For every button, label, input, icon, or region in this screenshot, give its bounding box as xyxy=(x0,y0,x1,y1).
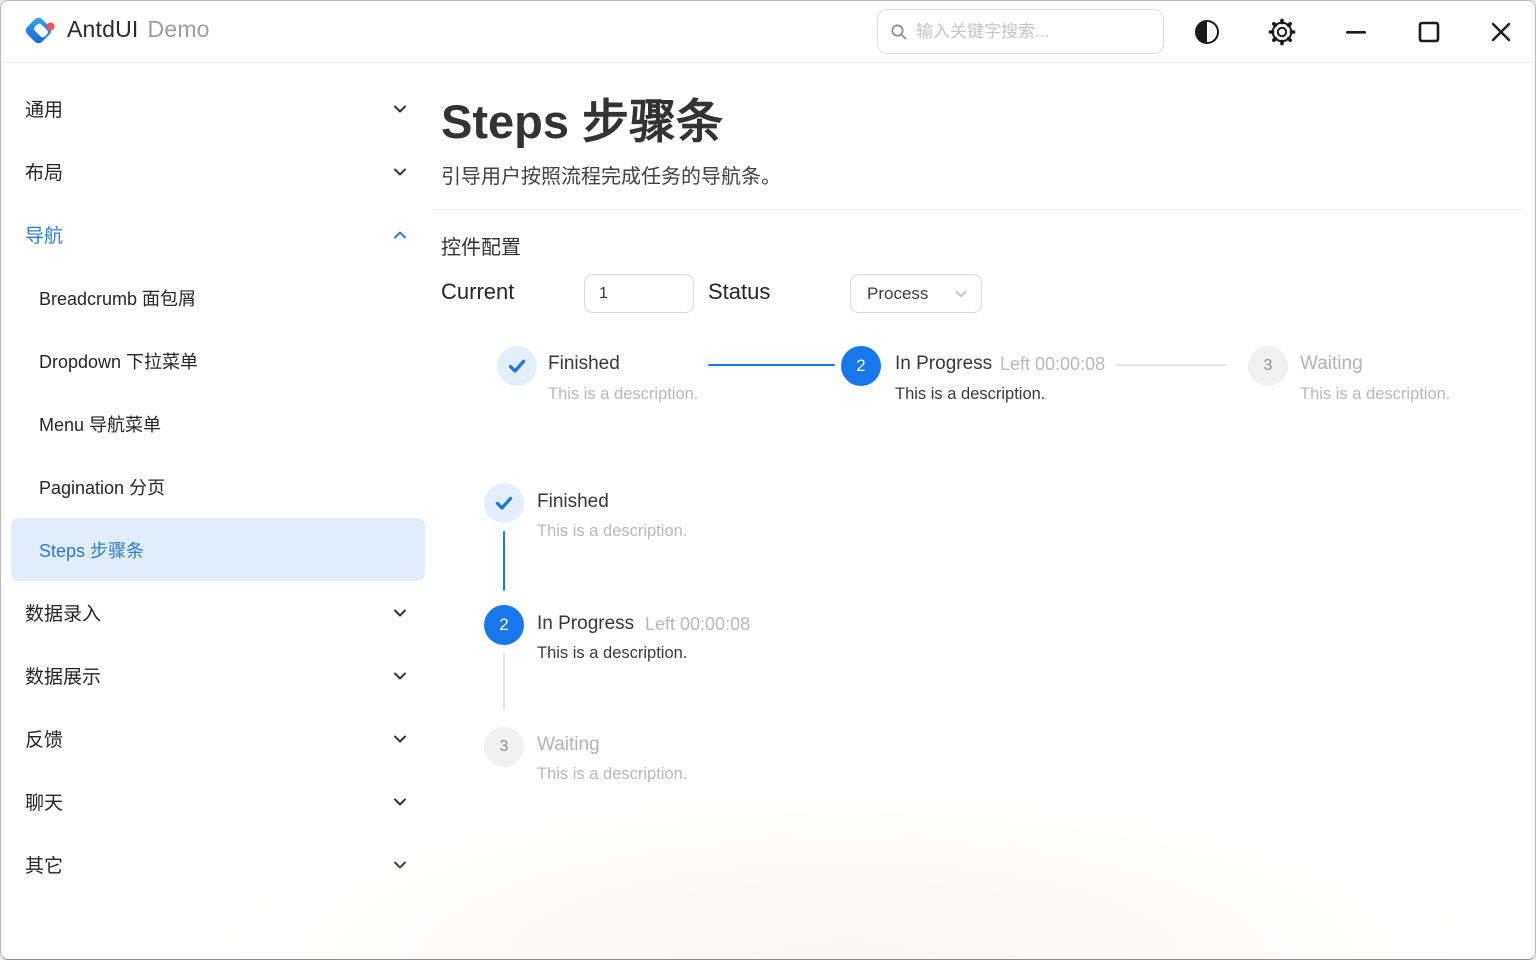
settings-button[interactable] xyxy=(1262,12,1302,52)
sidebar-group-layout[interactable]: 布局 xyxy=(11,140,425,203)
chevron-down-icon xyxy=(391,163,409,181)
chevron-down-icon xyxy=(391,667,409,685)
step-title: Finished xyxy=(537,491,609,513)
step-finished-circle xyxy=(497,346,537,386)
sidebar-item-label: Dropdown 下拉菜单 xyxy=(39,348,198,374)
step-connector xyxy=(708,364,835,366)
sidebar-item-label: 数据展示 xyxy=(25,662,101,689)
check-icon xyxy=(507,356,527,376)
theme-half-circle-icon xyxy=(1194,19,1220,45)
sidebar: 通用 布局 导航 Breadcrumb 面包屑 Dropdown 下拉菜单 Me… xyxy=(11,77,425,896)
sidebar-item-label: 反馈 xyxy=(25,725,63,752)
check-icon xyxy=(494,493,514,513)
sidebar-item-menu[interactable]: Menu 导航菜单 xyxy=(11,392,425,455)
step-subtitle: Left 00:00:08 xyxy=(1000,354,1105,375)
step-connector xyxy=(503,531,505,591)
status-select-value: Process xyxy=(867,284,953,304)
maximize-button[interactable] xyxy=(1409,12,1449,52)
sidebar-group-feedback[interactable]: 反馈 xyxy=(11,707,425,770)
step-description: This is a description. xyxy=(537,765,687,784)
sidebar-item-label: Pagination 分页 xyxy=(39,474,165,500)
maximize-icon xyxy=(1417,20,1441,44)
sidebar-group-data-entry[interactable]: 数据录入 xyxy=(11,581,425,644)
step-description: This is a description. xyxy=(537,644,687,663)
chevron-up-icon xyxy=(391,226,409,244)
sidebar-item-breadcrumb[interactable]: Breadcrumb 面包屑 xyxy=(11,266,425,329)
sidebar-group-chat[interactable]: 聊天 xyxy=(11,770,425,833)
search-box[interactable] xyxy=(877,9,1164,54)
step-number: 3 xyxy=(500,738,509,756)
step-title: In Progress xyxy=(537,613,634,635)
sidebar-group-other[interactable]: 其它 xyxy=(11,833,425,896)
gear-icon xyxy=(1268,18,1296,46)
sidebar-item-label: Steps 步骤条 xyxy=(39,537,144,563)
sidebar-item-label: 布局 xyxy=(25,158,63,185)
step-inprogress-circle: 2 xyxy=(841,346,881,386)
step-inprogress-circle: 2 xyxy=(484,605,524,645)
step-connector xyxy=(1116,364,1226,366)
chevron-down-icon xyxy=(391,856,409,874)
step-description: This is a description. xyxy=(1300,385,1450,404)
step-finished-circle xyxy=(484,483,524,523)
app-window: AntdUI Demo xyxy=(0,0,1536,960)
titlebar: AntdUI Demo xyxy=(1,1,1535,63)
sidebar-item-label: 其它 xyxy=(25,851,63,878)
sidebar-item-label: 导航 xyxy=(25,221,63,248)
sidebar-group-data-display[interactable]: 数据展示 xyxy=(11,644,425,707)
chevron-down-icon xyxy=(391,100,409,118)
step-description: This is a description. xyxy=(537,522,687,541)
step-title: Waiting xyxy=(1300,353,1363,375)
config-section-title: 控件配置 xyxy=(441,231,521,260)
app-logo-icon xyxy=(22,14,58,50)
minimize-button[interactable] xyxy=(1336,12,1376,52)
close-button[interactable] xyxy=(1481,12,1521,52)
step-waiting-circle: 3 xyxy=(1248,346,1288,386)
sidebar-item-label: 通用 xyxy=(25,95,63,122)
step-subtitle: Left 00:00:08 xyxy=(645,614,750,635)
search-icon xyxy=(890,23,908,41)
app-title-brand: AntdUI xyxy=(67,16,139,42)
step-title: Finished xyxy=(548,353,620,375)
current-input[interactable] xyxy=(584,274,694,313)
step-waiting-circle: 3 xyxy=(484,727,524,767)
minimize-icon xyxy=(1344,20,1368,44)
theme-toggle-button[interactable] xyxy=(1187,12,1227,52)
chevron-down-icon xyxy=(391,730,409,748)
app-title: AntdUI Demo xyxy=(67,16,210,43)
sidebar-item-label: Menu 导航菜单 xyxy=(39,411,161,437)
chevron-down-icon xyxy=(391,604,409,622)
search-input[interactable] xyxy=(916,22,1151,42)
step-number: 2 xyxy=(856,356,865,376)
step-title: Waiting xyxy=(537,734,600,756)
chevron-down-icon xyxy=(953,286,969,302)
sidebar-item-label: 聊天 xyxy=(25,788,63,815)
sidebar-item-dropdown[interactable]: Dropdown 下拉菜单 xyxy=(11,329,425,392)
status-select[interactable]: Process xyxy=(850,274,982,313)
step-description: This is a description. xyxy=(548,385,698,404)
divider xyxy=(433,209,1523,210)
page-subtitle: 引导用户按照流程完成任务的导航条。 xyxy=(441,160,781,189)
step-description: This is a description. xyxy=(895,385,1045,404)
app-title-sub: Demo xyxy=(148,16,210,42)
sidebar-item-label: 数据录入 xyxy=(25,599,101,626)
sidebar-item-label: Breadcrumb 面包屑 xyxy=(39,285,196,311)
current-label: Current xyxy=(441,279,514,305)
step-number: 3 xyxy=(1264,357,1273,375)
close-icon xyxy=(1489,20,1513,44)
sidebar-group-navigation[interactable]: 导航 xyxy=(11,203,425,266)
page-title: Steps 步骤条 xyxy=(441,83,723,152)
step-title: In Progress xyxy=(895,353,992,375)
sidebar-group-general[interactable]: 通用 xyxy=(11,77,425,140)
chevron-down-icon xyxy=(391,793,409,811)
step-connector xyxy=(503,653,505,711)
status-label: Status xyxy=(708,279,770,305)
step-number: 2 xyxy=(499,615,508,635)
sidebar-item-pagination[interactable]: Pagination 分页 xyxy=(11,455,425,518)
sidebar-item-steps[interactable]: Steps 步骤条 xyxy=(11,518,425,581)
